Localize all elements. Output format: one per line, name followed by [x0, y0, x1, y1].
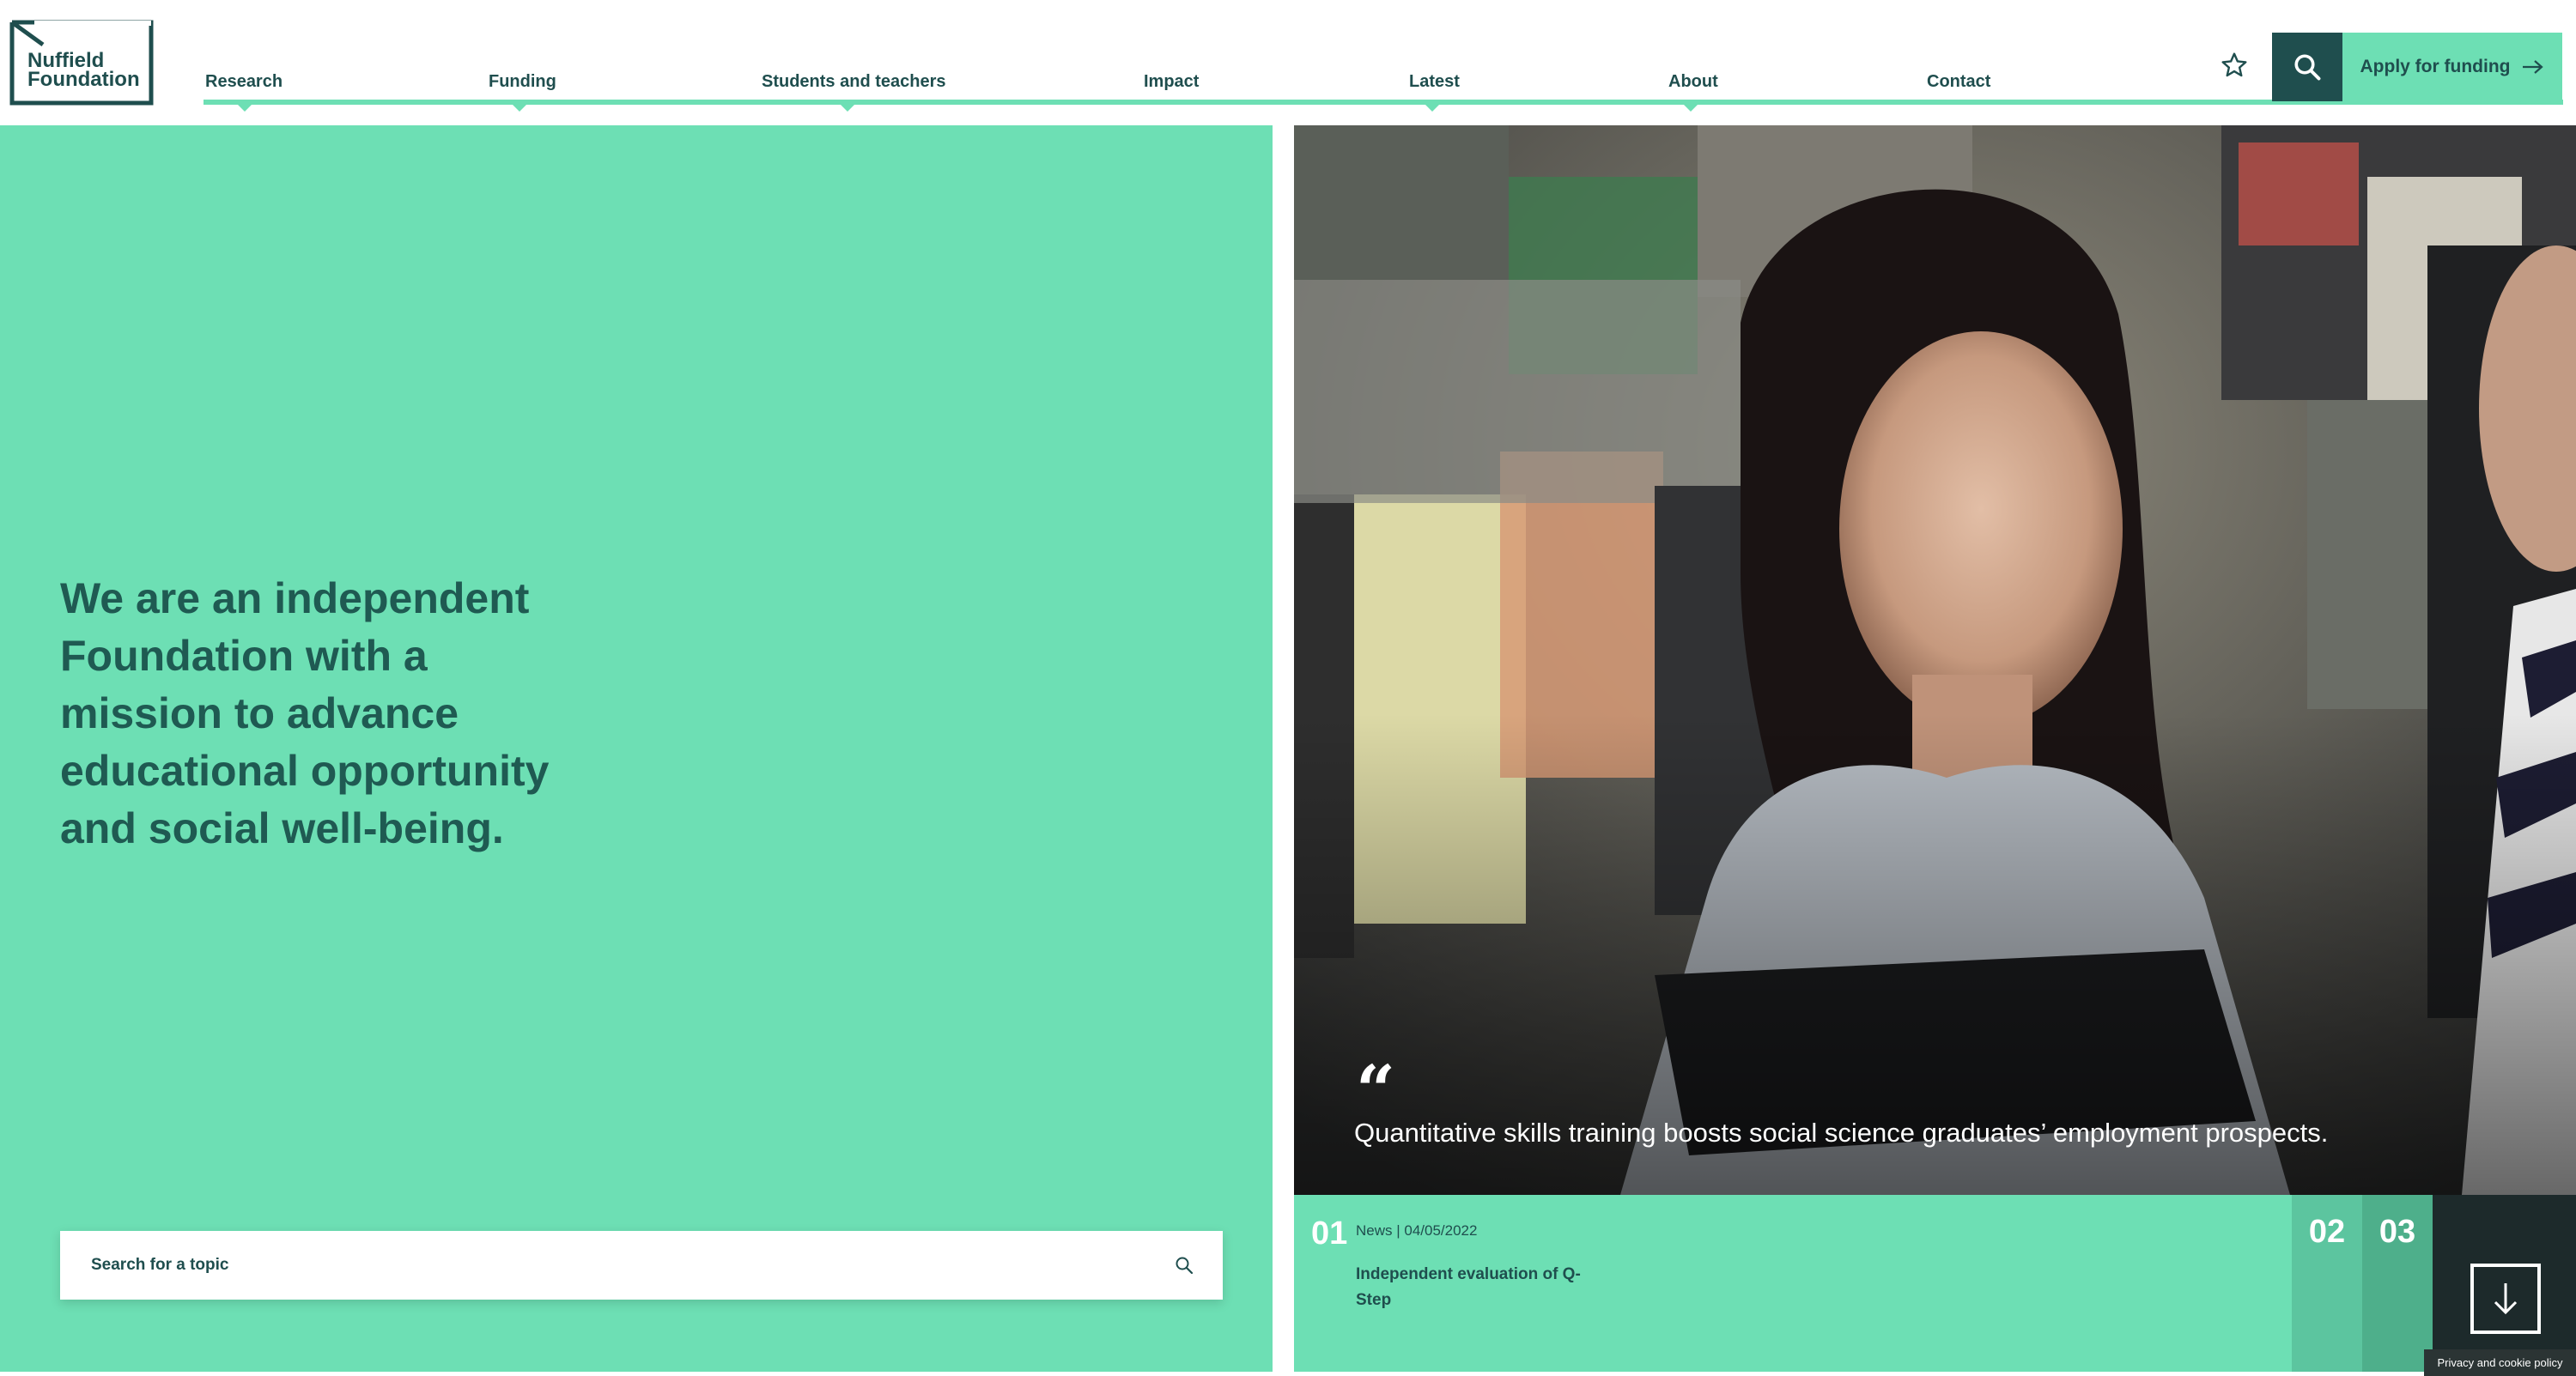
- nav-tick: [841, 105, 854, 112]
- topic-search: [60, 1231, 1223, 1300]
- search-input[interactable]: [91, 1240, 1171, 1291]
- nav-underline: [204, 100, 2563, 105]
- site-header: Nuffield Foundation Research Funding Stu…: [0, 0, 2576, 125]
- favourites-button[interactable]: [2217, 48, 2251, 82]
- hero-panel: We are an independent Foundation with a …: [0, 125, 1273, 1372]
- nav-item-students-and-teachers[interactable]: Students and teachers: [762, 72, 946, 92]
- nav-item-latest[interactable]: Latest: [1409, 72, 1460, 92]
- search-icon: [2294, 54, 2321, 81]
- main-nav: Research Funding Students and teachers I…: [204, 0, 2565, 125]
- arrow-right-icon: [2523, 60, 2544, 74]
- slide-tab-label: 02: [2308, 1214, 2346, 1250]
- slide-number-current: 01: [1311, 1215, 1348, 1252]
- nav-item-funding[interactable]: Funding: [489, 72, 556, 92]
- photo-illustration: [1294, 125, 2576, 1195]
- nav-tick: [513, 105, 526, 112]
- nav-item-contact[interactable]: Contact: [1927, 72, 1990, 92]
- feature-slider: 01 News | 04/05/2022 Independent evaluat…: [1294, 1195, 2576, 1372]
- hero-statement: We are an independent Foundation with a …: [60, 574, 550, 852]
- slide-meta: News | 04/05/2022: [1356, 1222, 1478, 1239]
- feature-quote: Quantitative skills training boosts soci…: [1354, 1118, 2329, 1148]
- apply-for-funding-button[interactable]: Apply for funding: [2342, 33, 2562, 101]
- nav-item-research[interactable]: Research: [205, 72, 283, 92]
- feature-photo: “ Quantitative skills training boosts so…: [1294, 125, 2576, 1195]
- search-submit-button[interactable]: [1171, 1252, 1197, 1278]
- search-icon: [1176, 1257, 1194, 1275]
- scroll-down-button[interactable]: [2470, 1264, 2541, 1334]
- apply-label: Apply for funding: [2360, 57, 2511, 76]
- privacy-cookie-link[interactable]: Privacy and cookie policy: [2424, 1349, 2576, 1376]
- quote-icon: “: [1356, 1050, 1396, 1131]
- nav-tick: [238, 105, 252, 112]
- nav-item-about[interactable]: About: [1668, 72, 1718, 92]
- nav-tick: [1684, 105, 1698, 112]
- slide-tab-03[interactable]: 03: [2362, 1195, 2433, 1372]
- slide-tab-02[interactable]: 02: [2292, 1195, 2362, 1372]
- header-search-button[interactable]: [2272, 33, 2342, 101]
- star-icon: [2221, 52, 2247, 77]
- slide-tab-label: 03: [2379, 1214, 2416, 1250]
- arrow-down-icon: [2494, 1283, 2518, 1315]
- nav-item-impact[interactable]: Impact: [1144, 72, 1199, 92]
- nav-tick: [1425, 105, 1439, 112]
- slide-title-link[interactable]: Independent evaluation of Q-Step: [1356, 1262, 1605, 1313]
- logo-text: Nuffield Foundation: [27, 49, 140, 91]
- nuffield-logo[interactable]: Nuffield Foundation: [9, 19, 155, 106]
